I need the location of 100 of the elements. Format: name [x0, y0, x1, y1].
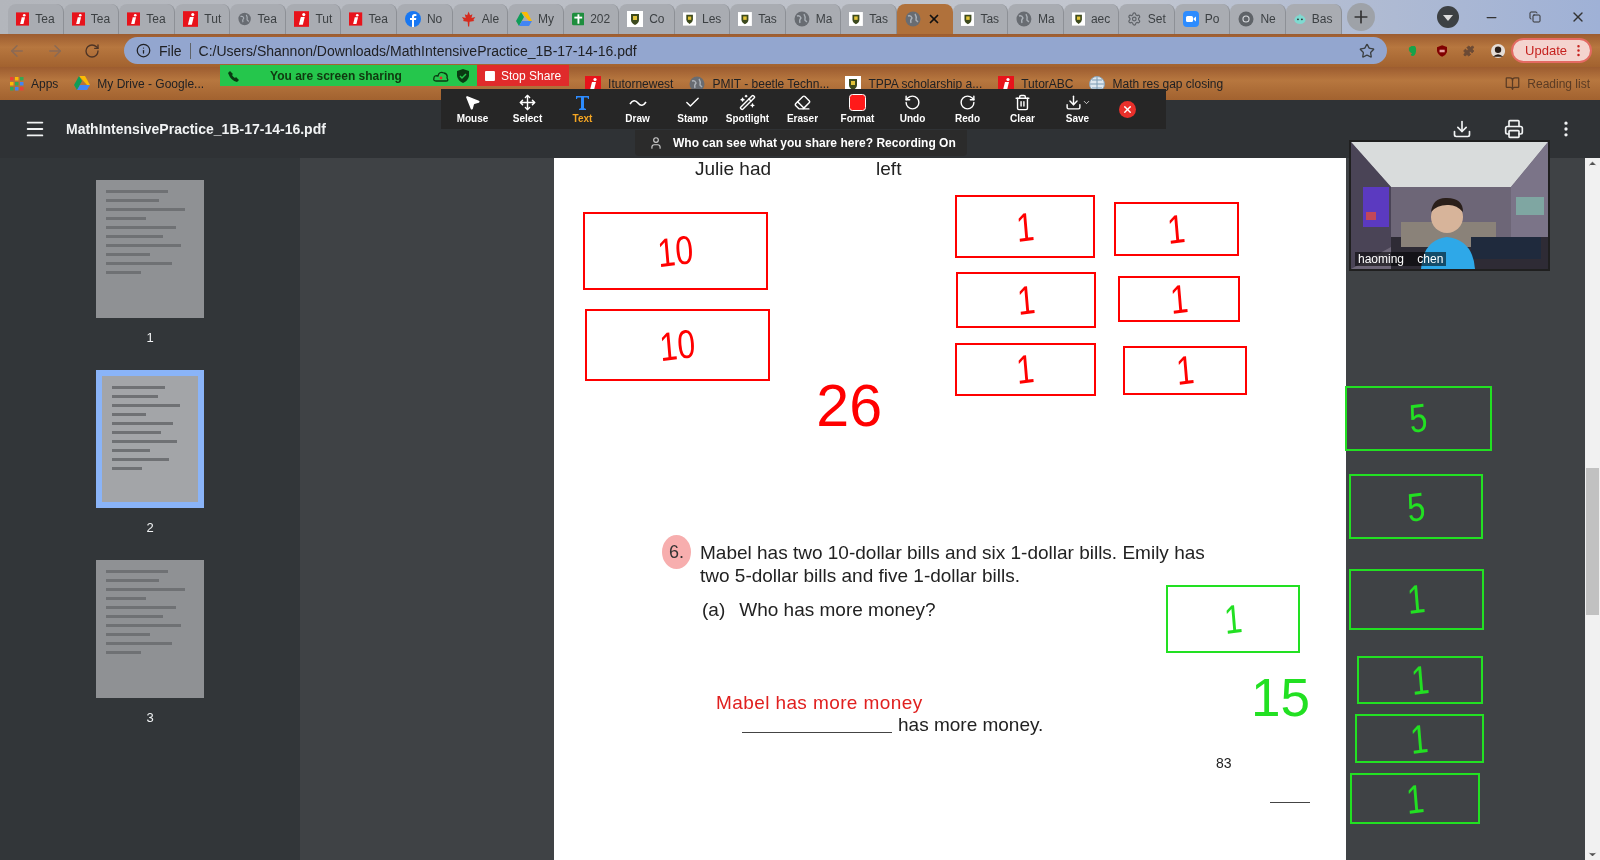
browser-tab[interactable]: Ma [1008, 4, 1064, 34]
browser-tab[interactable]: Tea [230, 4, 286, 34]
globe-icon [905, 11, 921, 27]
url-text: C:/Users/Shannon/Downloads/MathIntensivePractice_1B-17-14-16.pdf [198, 42, 637, 59]
wand-icon [739, 94, 756, 111]
document-text: Julie had [695, 159, 772, 179]
browser-tab[interactable] [897, 4, 953, 34]
browser-tab[interactable]: Bas [1285, 4, 1342, 34]
browser-tab[interactable]: My [508, 4, 564, 34]
annotation-tool[interactable]: Redo [940, 89, 995, 129]
globe-icon [238, 11, 252, 27]
text-t-icon [574, 94, 591, 111]
question-number: 6. [662, 535, 691, 569]
crest-icon [738, 11, 753, 27]
annotation-tool[interactable]: Mouse [445, 89, 500, 129]
i-logo-icon [182, 11, 199, 27]
browser-tab[interactable]: Les [674, 4, 731, 34]
browser-tab[interactable]: Ma [785, 4, 842, 34]
browser-tab[interactable]: Tas [730, 4, 786, 34]
browser-tab[interactable]: Tas [952, 4, 1009, 34]
browser-tab[interactable]: Tea [8, 4, 64, 34]
scroll-thumb[interactable] [1586, 468, 1599, 615]
annotation-tool[interactable]: Eraser [775, 89, 830, 129]
settings-icon [1127, 11, 1142, 27]
info-icon [136, 43, 151, 58]
shield-check-icon [457, 68, 470, 83]
browser-tab[interactable]: Tut [174, 4, 231, 34]
browser-tab[interactable]: Po [1174, 4, 1231, 34]
i-logo-icon [127, 11, 141, 27]
drive-icon [74, 76, 91, 91]
maple-leaf-icon [460, 11, 476, 27]
page-number: 83 [1216, 755, 1233, 771]
stop-share-button[interactable]: Stop Share [477, 65, 570, 86]
browser-tab[interactable]: Ale [452, 4, 509, 34]
reading-list-button[interactable]: Reading list [1505, 76, 1590, 91]
handwritten-number: 5 [1405, 485, 1427, 528]
typed-answer: Mabel has more money [716, 692, 923, 714]
drive-icon [516, 11, 533, 27]
download-icon[interactable] [1452, 119, 1472, 139]
globe-icon [793, 11, 810, 27]
browser-tab[interactable]: Ne [1230, 4, 1286, 34]
bookmark[interactable]: Apps [10, 76, 59, 91]
annotation-tool[interactable]: Undo [885, 89, 940, 129]
circle-ring-icon [1238, 11, 1255, 27]
annotation-tool[interactable]: Select [500, 89, 555, 129]
handwritten-number: 10 [658, 322, 697, 368]
page-thumbnail[interactable] [96, 370, 204, 508]
crest-icon [1071, 11, 1085, 27]
browser-tab[interactable]: Tea [341, 4, 397, 34]
dropdown-circle-icon[interactable] [1436, 6, 1459, 28]
crest-icon [682, 11, 696, 27]
handwritten-number: 1 [1174, 349, 1196, 392]
i-logo-icon [16, 11, 30, 27]
browser-tab[interactable]: Tea [63, 4, 120, 34]
annotation-tool[interactable]: Stamp [665, 89, 720, 129]
handwritten-number: 1 [1408, 717, 1430, 760]
restore-icon[interactable] [1528, 11, 1541, 23]
new-tab-icon[interactable] [1347, 3, 1376, 31]
reload-icon[interactable] [84, 42, 100, 59]
annotation-tool[interactable]: Save [1050, 89, 1105, 129]
facebook-icon [404, 11, 421, 27]
handwritten-number: 15 [1251, 671, 1311, 725]
i-logo-icon [349, 11, 363, 27]
book-icon [1505, 76, 1521, 91]
handwritten-number: 1 [1168, 277, 1190, 320]
page-thumbnail[interactable] [96, 180, 204, 318]
browser-tab[interactable]: Tas [841, 4, 897, 34]
print-icon[interactable] [1504, 119, 1524, 139]
browser-tab[interactable]: No [396, 4, 453, 34]
participant-name: haoming chen [1355, 252, 1447, 266]
browser-tab[interactable]: Tut [285, 4, 342, 34]
close-icon[interactable] [1119, 100, 1136, 118]
i-logo-icon [71, 11, 85, 27]
part-label: (a) [702, 599, 726, 621]
handwritten-number: 5 [1407, 397, 1429, 440]
undo-icon [904, 94, 921, 111]
browser-tab[interactable]: Tea [119, 4, 175, 34]
format-swatch-icon [849, 94, 866, 111]
page-number-label: 3 [146, 710, 154, 725]
browser-tab[interactable]: Set [1119, 4, 1175, 34]
scrollbar[interactable] [1585, 158, 1600, 860]
update-button[interactable]: Update [1511, 38, 1592, 63]
address-bar[interactable]: File C:/Users/Shannon/Downloads/MathIntensivePractice_1B-17-14-16.pdf [124, 37, 1387, 64]
annotation-tool[interactable]: Spotlight [720, 89, 775, 129]
bookmark[interactable]: My Drive - Google... [74, 76, 205, 91]
handwritten-number: 10 [656, 228, 695, 274]
handwritten-number: 1 [1014, 205, 1036, 248]
annotation-tool[interactable]: Text [555, 89, 610, 129]
annotation-tool[interactable]: Draw [610, 89, 665, 129]
browser-tab[interactable]: 202 [563, 4, 620, 34]
handwritten-number: 1 [1015, 348, 1036, 391]
browser-tab[interactable]: aec [1063, 4, 1120, 34]
star-icon[interactable] [1359, 42, 1375, 59]
annotation-tool[interactable]: Format [830, 89, 885, 129]
move-arrows-icon [519, 94, 536, 111]
browser-tab[interactable]: Co [619, 4, 675, 34]
i-logo-icon [293, 11, 310, 27]
notice-text: Who can see what you share here? Recording On [673, 136, 956, 150]
annotation-tool[interactable]: Clear [995, 89, 1050, 129]
page-thumbnail[interactable] [96, 560, 204, 698]
